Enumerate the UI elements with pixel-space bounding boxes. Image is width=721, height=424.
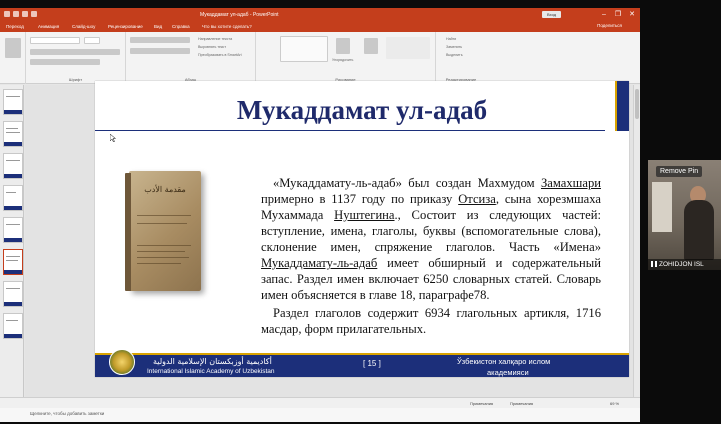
zoom-level[interactable]: 69 % [610,401,619,406]
close-icon[interactable]: ✕ [626,10,638,20]
notes-placeholder: Щелкните, чтобы добавить заметки [30,411,105,416]
slide-thumbnails-pane [0,85,24,397]
footer-arabic-name: أكاديمية أوزبكستان الإسلامية الدولية [153,357,272,366]
find-button[interactable]: Найти [446,37,456,41]
paragraph-2: Раздел глаголов содержит 6934 глагольных… [261,306,601,336]
notes-toggle[interactable]: Примечания [470,401,493,406]
arrange-button[interactable]: Упорядочить [332,58,353,62]
title-underline [95,130,605,131]
ribbon-group-editing: Найти Заменить Выделить Редактирование [436,32,486,84]
slide-number: [ 15 ] [363,359,381,368]
mouse-cursor-icon [110,134,116,142]
tell-me-search[interactable]: Что вы хотите сделать? [202,24,252,29]
text-run: «Мукаддамату-ль-адаб» был создан Махмудо… [273,176,541,190]
text-direction-button[interactable]: Направление текста [198,37,232,41]
footer-uzbek-name-line1: Ўзбекистон халқаро ислом [457,357,551,366]
text-run-underlined: Замахшари [541,176,601,190]
mic-icon [651,261,657,268]
participant-video-tile[interactable]: Remove Pin ZOHIDJON ISL [648,160,721,270]
font-color-buttons[interactable] [30,59,100,65]
slide-title: Мукаддамат ул-адаб [236,95,488,125]
footer-uzbek-name-line2: академияси [487,368,529,377]
book-arabic-title: مقدمة الأدب [144,185,186,194]
quick-styles-icon[interactable] [364,38,378,54]
select-button[interactable]: Выделить [446,53,463,57]
participant-name-bar: ZOHIDJON ISL [648,259,721,270]
ribbon-group-drawing: Упорядочить Рисование [256,32,436,84]
slide-thumbnail[interactable] [3,153,23,179]
screen: Мукаддамат ул-адаб - PowerPoint Вход – ❐… [0,0,721,424]
restore-icon[interactable]: ❐ [612,10,624,20]
ribbon: Шрифт Направление текста Выровнять текст… [0,32,640,84]
slide-thumbnail[interactable] [3,185,23,211]
participant-name: ZOHIDJON ISL [659,261,704,268]
tab-review[interactable]: Рецензирование [108,24,143,29]
smartart-button[interactable]: Преобразовать в SmartArt [198,53,242,57]
font-name-field[interactable] [30,37,80,44]
book-text-line [137,251,185,252]
tab-view[interactable]: Вид [154,24,162,29]
text-run-underlined: Мукаддамату-ль-адаб [261,256,378,270]
notes-pane[interactable]: Щелкните, чтобы добавить заметки [0,408,640,422]
text-run-underlined: Отсиза [458,192,496,206]
font-format-buttons[interactable] [30,49,120,55]
academy-emblem-icon [109,349,135,375]
footer-english-name: International Islamic Academy of Uzbekis… [147,368,275,375]
font-size-field[interactable] [84,37,100,44]
slide-thumbnail[interactable] [3,281,23,307]
minimize-icon[interactable]: – [598,10,610,20]
remove-pin-button[interactable]: Remove Pin [656,166,703,177]
slide-thumbnail-current[interactable] [3,249,23,275]
slide-thumbnail[interactable] [3,313,23,339]
text-run: примерно в 1137 году по приказу [261,192,459,206]
book-text-line [137,223,187,224]
login-button[interactable]: Вход [542,11,562,18]
comments-toggle[interactable]: Примечания [510,401,533,406]
replace-button[interactable]: Заменить [446,45,462,49]
participant-body [684,200,714,260]
book-text-line [137,263,181,264]
book-text-line [137,245,191,246]
slide[interactable]: Мукаддамат ул-адаб مقدمة الأدب «Мукаддам… [95,81,629,377]
ribbon-group-font: Шрифт [26,32,126,84]
share-button[interactable]: Поделиться [597,23,622,28]
ribbon-tabs: Переход Анимация Слайд-шоу Рецензировани… [0,22,640,32]
vertical-scrollbar[interactable] [633,85,640,397]
slide-footer: أكاديمية أوزبكستان الإسلامية الدولية Int… [95,349,629,377]
status-bar: Примечания Примечания 69 % [0,397,640,408]
book-text-line [137,257,189,258]
ribbon-group-paragraph: Направление текста Выровнять текст Преоб… [126,32,256,84]
slide-thumbnail[interactable] [3,121,23,147]
tab-animation[interactable]: Анимация [38,24,59,29]
book-spine [125,173,131,291]
tab-transitions[interactable]: Переход [6,24,24,29]
paragraph-1: «Мукаддамату-ль-адаб» был создан Махмудо… [261,175,601,303]
slide-thumbnail[interactable] [3,217,23,243]
ribbon-group-clipboard [0,32,26,84]
align-text-button[interactable]: Выровнять текст [198,45,226,49]
slide-body-text: «Мукаддамату-ль-адаб» был создан Махмудо… [261,175,601,339]
title-bar: Мукаддамат ул-адаб - PowerPoint Вход – ❐… [0,8,640,22]
book-text-line [137,215,191,216]
align-buttons[interactable] [130,48,190,54]
shapes-gallery[interactable] [280,36,328,62]
video-window-light [652,182,672,232]
paste-icon[interactable] [5,38,21,58]
list-buttons[interactable] [130,37,190,43]
tab-slideshow[interactable]: Слайд-шоу [72,24,95,29]
book-image: مقدمة الأدب [125,171,205,296]
quick-access-toolbar[interactable] [4,11,44,19]
window-title: Мукаддамат ул-адаб - PowerPoint [200,12,279,18]
arrange-icon[interactable] [336,38,350,54]
text-run-underlined: Нуштегина [334,208,395,222]
tab-help[interactable]: Справка [172,24,190,29]
slide-thumbnail[interactable] [3,89,23,115]
shape-format-buttons[interactable] [386,37,430,59]
